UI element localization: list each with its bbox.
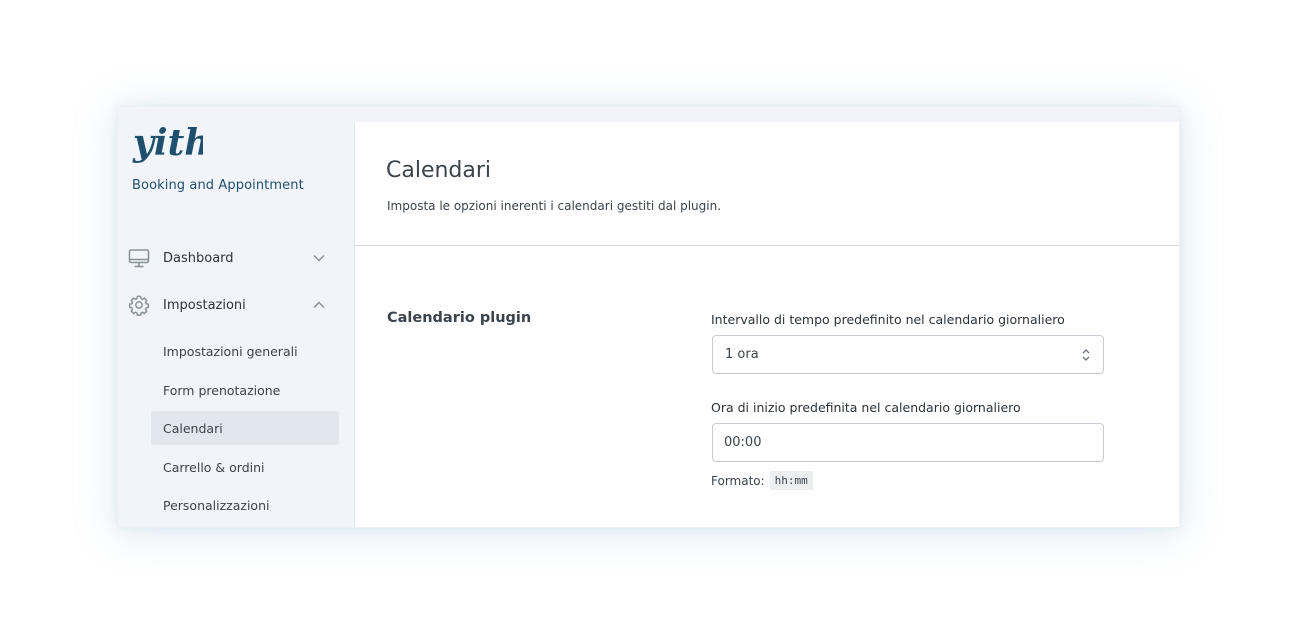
app-name: Booking and Appointment [132, 178, 304, 193]
sidebar: yith Booking and Appointment Dashboard I… [118, 107, 354, 527]
sidebar-item-impostazioni[interactable]: Impostazioni [118, 288, 354, 322]
gear-icon [128, 295, 150, 316]
sidebar-item-label: Impostazioni [163, 297, 246, 313]
time-interval-label: Intervallo di tempo predefinito nel cale… [711, 312, 1065, 327]
sidebar-subitem-carrello-ordini[interactable]: Carrello & ordini [151, 450, 339, 484]
svg-text:yith: yith [132, 122, 203, 164]
sidebar-item-dashboard[interactable]: Dashboard [118, 241, 354, 275]
start-time-label: Ora di inizio predefinita nel calendario… [711, 400, 1021, 415]
page-title: Calendari [386, 158, 492, 183]
select-arrows-icon [1082, 349, 1090, 361]
sidebar-subitem-personalizzazioni[interactable]: Personalizzazioni [151, 488, 339, 522]
chevron-up-icon[interactable] [311, 297, 327, 313]
format-code: hh:mm [769, 471, 813, 490]
sidebar-subitem-impostazioni-generali[interactable]: Impostazioni generali [151, 334, 339, 368]
monitor-icon [128, 249, 150, 268]
sidebar-subitem-form-prenotazione[interactable]: Form prenotazione [151, 373, 339, 407]
yith-logo: yith [132, 122, 203, 164]
sidebar-item-label: Dashboard [163, 250, 234, 266]
sidebar-subitem-calendari[interactable]: Calendari [151, 411, 339, 445]
main-panel: Calendari Imposta le opzioni inerenti i … [354, 122, 1179, 527]
format-label: Formato: [711, 473, 765, 488]
header-divider [355, 245, 1179, 246]
plugin-window: yith Booking and Appointment Dashboard I… [117, 106, 1180, 528]
section-title: Calendario plugin [387, 310, 532, 326]
time-interval-select[interactable]: 1 ora [712, 335, 1104, 374]
time-interval-value: 1 ora [725, 347, 759, 362]
chevron-down-icon[interactable] [311, 250, 327, 266]
page-description: Imposta le opzioni inerenti i calendari … [387, 199, 722, 213]
start-time-input[interactable] [712, 423, 1104, 462]
start-time-help: Formato: hh:mm [711, 471, 813, 490]
